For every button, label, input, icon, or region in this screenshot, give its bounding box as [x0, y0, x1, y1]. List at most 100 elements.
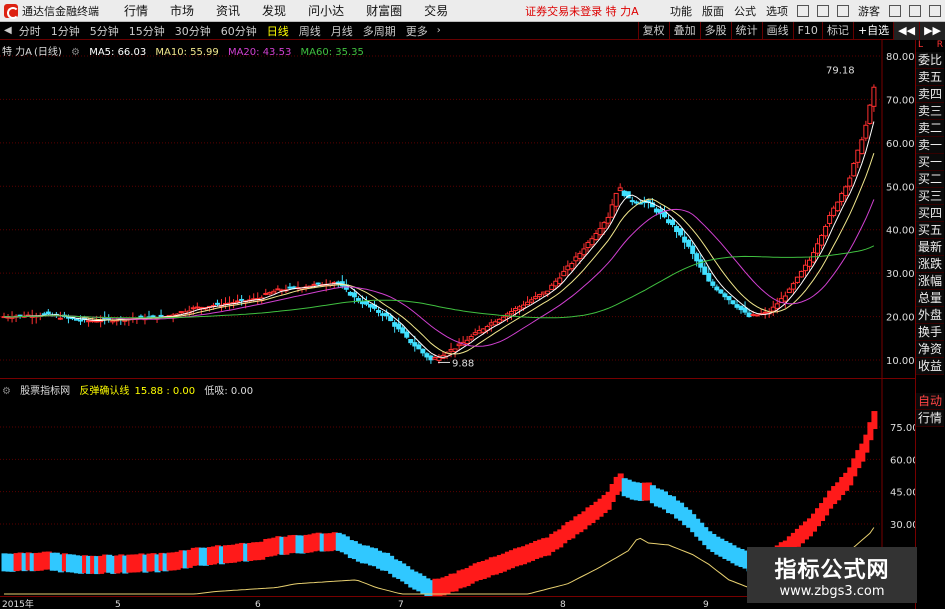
quote-field-15[interactable]: 外盘 [916, 307, 944, 324]
main-legend: 特 力A (日线) ⚙ MA5: 66.03 MA10: 55.99 MA20: … [2, 43, 370, 58]
price-tick: 30.00 [886, 269, 915, 280]
guest-label[interactable]: 游客 [858, 3, 880, 19]
candle-body [855, 149, 861, 163]
candle-body [388, 315, 394, 322]
period-weekly[interactable]: 周线 [299, 23, 321, 39]
candle-body [613, 192, 619, 207]
period-more[interactable]: 更多 [406, 23, 428, 39]
period-15min[interactable]: 15分钟 [129, 23, 165, 39]
quote-field-14[interactable]: 总量 [916, 290, 944, 307]
period-monthly[interactable]: 月线 [331, 23, 353, 39]
period-5min[interactable]: 5分钟 [90, 23, 119, 39]
r-label[interactable]: R [937, 40, 943, 52]
candle-body [605, 216, 611, 224]
close-icon[interactable] [929, 4, 941, 17]
zoom-out-button[interactable]: ◀◀ [893, 21, 920, 40]
candle-body [347, 291, 353, 296]
menu-ask[interactable]: 问小达 [308, 2, 344, 19]
add-watchlist-button[interactable]: +自选 [852, 21, 893, 40]
indicator-values: 15.88 : 0.00 [134, 386, 196, 397]
quote-field-0[interactable]: 委比 [916, 52, 944, 69]
more-arrow-icon[interactable]: › [437, 25, 441, 36]
candle-body [78, 319, 84, 322]
quote-field-16[interactable]: 换手 [916, 324, 944, 341]
indicator-tick: 45.00 [890, 488, 915, 499]
menu-function[interactable]: 功能 [670, 3, 692, 19]
menu-wealth[interactable]: 财富圈 [366, 2, 402, 19]
menu-layout[interactable]: 版面 [702, 3, 724, 19]
candle-body [384, 312, 390, 317]
indicator-gear-icon[interactable]: ⚙ [2, 386, 11, 397]
candle-body [432, 357, 438, 360]
toolbar-left-arrow-icon[interactable]: ◀ [4, 25, 12, 36]
menu-trade[interactable]: 交易 [424, 2, 448, 19]
price-tick: 10.00 [886, 356, 915, 367]
auto-quote-button[interactable]: 行情 [916, 410, 944, 427]
ma10-label: MA10: 55.99 [155, 47, 219, 58]
period-minute[interactable]: 分时 [19, 23, 41, 39]
quote-field-18[interactable]: 收益 [916, 358, 944, 375]
quote-field-3[interactable]: 卖三 [916, 103, 944, 120]
quote-field-17[interactable]: 净资 [916, 341, 944, 358]
lr-toggle[interactable]: L R [916, 40, 945, 52]
period-1min[interactable]: 1分钟 [51, 23, 80, 39]
x-axis-label: 6 [255, 600, 261, 609]
candle-body [452, 348, 458, 353]
l-label[interactable]: L [918, 40, 923, 52]
menu-market[interactable]: 市场 [170, 2, 194, 19]
quote-field-13[interactable]: 涨幅 [916, 273, 944, 290]
candle-body [823, 225, 829, 237]
period-daily[interactable]: 日线 [267, 23, 289, 39]
menu-formula[interactable]: 公式 [734, 3, 756, 19]
quote-field-6[interactable]: 买一 [916, 154, 944, 171]
menu-quotes[interactable]: 行情 [124, 2, 148, 19]
f10-button[interactable]: F10 [792, 21, 822, 40]
quote-field-1[interactable]: 卖五 [916, 69, 944, 86]
draw-line-button[interactable]: 画线 [761, 21, 793, 40]
ma5-line [3, 121, 875, 358]
quote-field-12[interactable]: 涨跌 [916, 256, 944, 273]
candle-body [476, 330, 482, 334]
quote-field-9[interactable]: 买四 [916, 205, 944, 222]
quote-field-8[interactable]: 买三 [916, 188, 944, 205]
candle-body [468, 335, 474, 340]
multi-stock-button[interactable]: 多股 [699, 21, 731, 40]
candle-body [525, 301, 531, 306]
menu-options[interactable]: 选项 [766, 3, 788, 19]
candle-body [843, 186, 849, 197]
support-icon[interactable] [797, 4, 809, 17]
ma20-label: MA20: 43.53 [227, 47, 292, 58]
candle-body [617, 187, 623, 192]
quote-field-7[interactable]: 买二 [916, 171, 944, 188]
menu-discover[interactable]: 发现 [262, 2, 286, 19]
menu-news[interactable]: 资讯 [216, 2, 240, 19]
period-multi[interactable]: 多周期 [363, 23, 396, 39]
candle-body [271, 290, 277, 294]
user-icon[interactable] [837, 4, 849, 17]
candle-body [802, 264, 808, 272]
quote-field-2[interactable]: 卖四 [916, 86, 944, 103]
quote-field-11[interactable]: 最新 [916, 239, 944, 256]
adjust-button[interactable]: 复权 [637, 21, 669, 40]
quote-side-panel: L R 委比 卖五 卖四 卖三 卖二 卖一 买一 买二 买三 买四 买五 最新 涨跌 涨幅 总量 外盘 换手 净资… [915, 40, 945, 609]
quote-field-4[interactable]: 卖二 [916, 120, 944, 137]
candle-body [827, 215, 833, 224]
gear-icon[interactable]: ⚙ [71, 47, 80, 58]
minimize-icon[interactable] [889, 4, 901, 17]
statistics-button[interactable]: 统计 [730, 21, 762, 40]
candle-body [549, 284, 555, 290]
maximize-icon[interactable] [909, 4, 921, 17]
candle-body [565, 265, 571, 271]
auto-button[interactable]: 自动 [916, 393, 944, 410]
zoom-in-button[interactable]: ▶▶ [919, 21, 945, 40]
main-kline-chart[interactable]: 80.00 70.00 60.00 50.00 40.00 30.00 20.00 10.00… [0, 40, 915, 378]
message-icon[interactable] [817, 4, 829, 17]
quote-field-10[interactable]: 买五 [916, 222, 944, 239]
period-60min[interactable]: 60分钟 [221, 23, 257, 39]
mark-button[interactable]: 标记 [821, 21, 853, 40]
candle-body [633, 201, 639, 204]
period-30min[interactable]: 30分钟 [175, 23, 211, 39]
ma60-label: MA60: 35.35 [300, 47, 364, 58]
overlay-button[interactable]: 叠加 [668, 21, 700, 40]
quote-field-5[interactable]: 卖一 [916, 137, 944, 154]
